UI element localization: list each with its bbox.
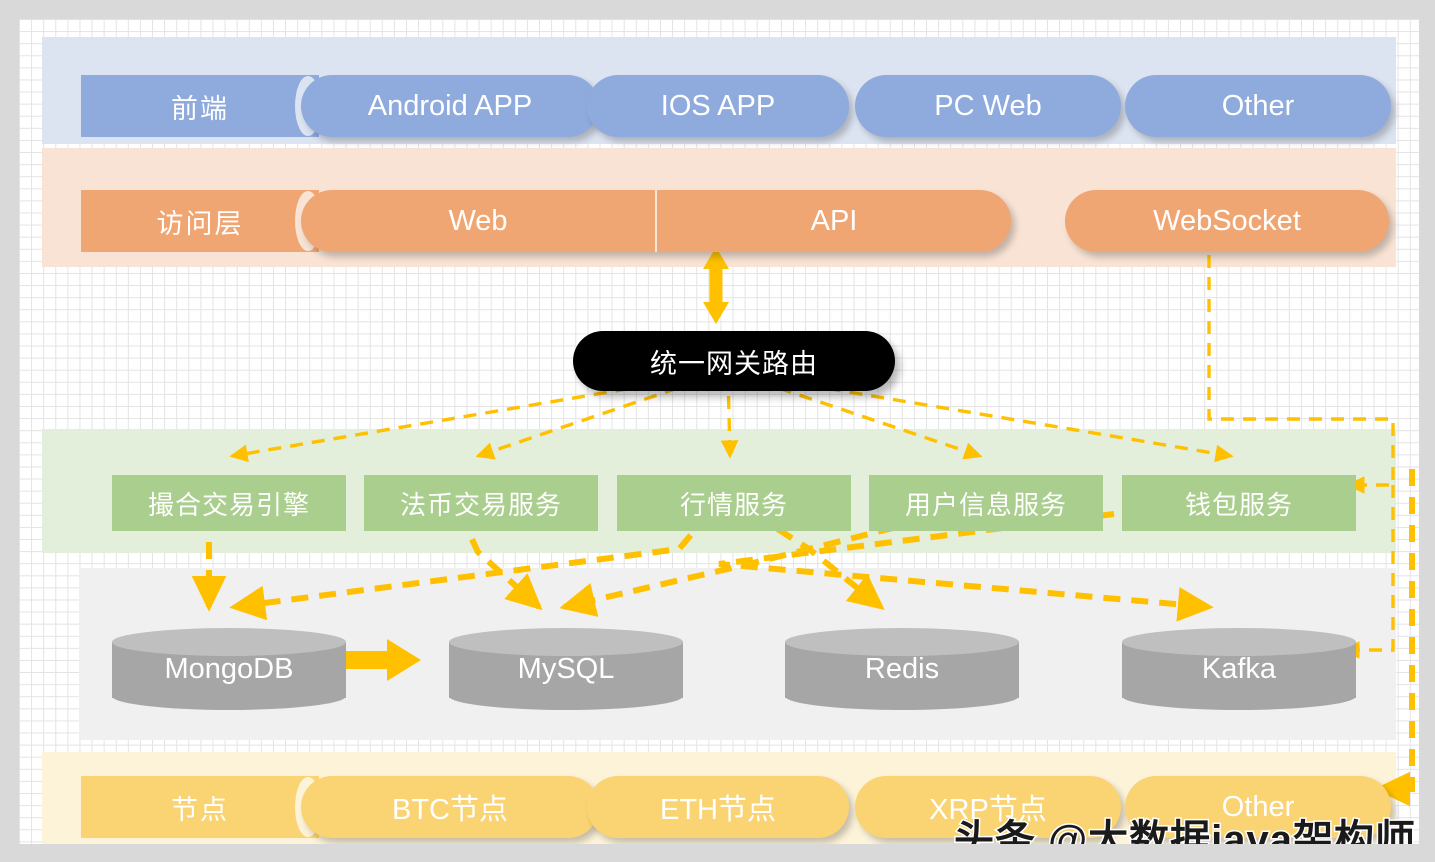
service-box-market-data[interactable]: 行情服务 bbox=[617, 475, 851, 531]
datastore-label: MongoDB bbox=[164, 652, 294, 685]
diagram-canvas: gateway : solid double-headed thick arro… bbox=[0, 0, 1435, 862]
node-layer-label: 节点 bbox=[81, 776, 321, 838]
service-label: 撮合交易引擎 bbox=[147, 489, 310, 520]
node-item-label: BTC节点 bbox=[391, 794, 508, 826]
node-item-btc[interactable]: BTC节点 bbox=[301, 776, 599, 838]
access-layer-label: 访问层 bbox=[81, 190, 321, 252]
node-item-eth[interactable]: ETH节点 bbox=[587, 776, 849, 838]
frontend-item-label: PC Web bbox=[934, 89, 1042, 122]
frontend-item-pc-web[interactable]: PC Web bbox=[855, 75, 1121, 137]
frontend-item-android-app[interactable]: Android APP bbox=[301, 75, 599, 137]
frontend-item-label: IOS APP bbox=[660, 89, 776, 122]
access-layer-label-text: 访问层 bbox=[156, 208, 244, 239]
group-divider bbox=[655, 190, 657, 252]
datastore-mysql[interactable]: MySQL bbox=[449, 628, 683, 710]
access-item-web-api-group: Web API bbox=[301, 190, 1011, 252]
service-label: 法币交易服务 bbox=[399, 489, 562, 520]
service-label: 钱包服务 bbox=[1184, 489, 1293, 520]
access-item-label: WebSocket bbox=[1153, 204, 1301, 237]
frontend-item-label: Other bbox=[1221, 89, 1295, 122]
grid-background: gateway : solid double-headed thick arro… bbox=[19, 19, 1419, 844]
datastore-redis[interactable]: Redis bbox=[785, 628, 1019, 710]
service-label: 用户信息服务 bbox=[904, 489, 1067, 520]
gateway-node[interactable]: 统一网关路由 bbox=[573, 331, 895, 391]
service-label: 行情服务 bbox=[679, 489, 788, 520]
watermark-text: 头条 @大数据java架构师 bbox=[953, 817, 1417, 845]
gateway-label: 统一网关路由 bbox=[650, 348, 818, 379]
frontend-layer-label-text: 前端 bbox=[171, 93, 229, 124]
datastore-kafka[interactable]: Kafka bbox=[1122, 628, 1356, 710]
datastore-label: Redis bbox=[864, 652, 940, 685]
node-item-label: ETH节点 bbox=[659, 794, 776, 826]
access-item-web[interactable]: Web bbox=[301, 205, 655, 238]
datastore-label: MySQL bbox=[517, 652, 615, 685]
service-box-user-info[interactable]: 用户信息服务 bbox=[869, 475, 1103, 531]
service-box-fiat-trading[interactable]: 法币交易服务 bbox=[364, 475, 598, 531]
access-item-api[interactable]: API bbox=[657, 205, 1011, 238]
frontend-item-ios-app[interactable]: IOS APP bbox=[587, 75, 849, 137]
datastore-label: Kafka bbox=[1201, 652, 1277, 685]
datastore-mongodb[interactable]: MongoDB bbox=[112, 628, 346, 710]
frontend-layer-label: 前端 bbox=[81, 75, 321, 137]
access-item-websocket[interactable]: WebSocket bbox=[1065, 190, 1389, 252]
watermark: 头条 @大数据java架构师 bbox=[953, 807, 1417, 845]
frontend-item-other[interactable]: Other bbox=[1125, 75, 1391, 137]
frontend-item-label: Android APP bbox=[367, 89, 533, 122]
service-box-matching-engine[interactable]: 撮合交易引擎 bbox=[112, 475, 346, 531]
service-box-wallet[interactable]: 钱包服务 bbox=[1122, 475, 1356, 531]
node-layer-label-text: 节点 bbox=[171, 794, 229, 825]
